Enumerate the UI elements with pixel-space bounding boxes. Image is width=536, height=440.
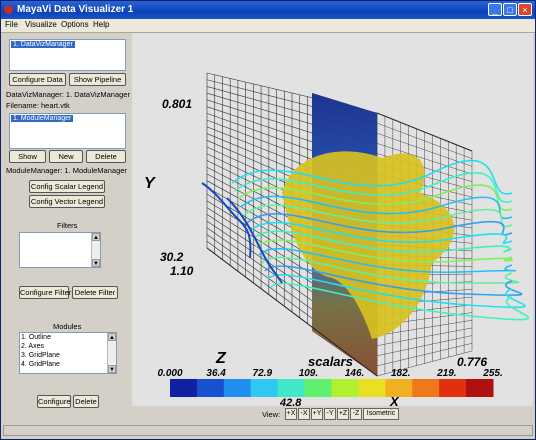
filters-heading: Filters [57,221,78,230]
scene-canvas: 0.801 Y 30.2 1.10 Z scalars 0.776 42.8 X… [144,72,530,406]
delete-module-button[interactable]: Delete [73,395,99,408]
legend-color-swatch [358,379,386,397]
configure-filter-button[interactable]: Configure Filter [19,286,71,299]
menu-options[interactable]: Options [61,20,89,29]
legend-tick-label: 72.9 [253,368,273,379]
y-axis-low-label: 1.10 [170,264,194,278]
view-label: View: [262,410,281,419]
z-axis-letter: Z [215,350,227,367]
data-manager-list-item[interactable]: 1. DataVizManager [11,41,75,49]
filters-list[interactable]: ▲ ▼ [19,232,101,268]
list-item[interactable]: 4. GridPlane [21,361,60,369]
legend-color-swatch [412,379,440,397]
legend-color-swatch [304,379,332,397]
view-toolbar: View: +X -X +Y -Y +Z -Z Isometric [132,407,533,421]
y-axis-letter: Y [144,175,156,192]
status-bar [3,425,533,436]
view-plus-y-button[interactable]: +Y [311,408,323,420]
modules-scrollbar[interactable]: ▲ ▼ [107,333,116,373]
scroll-up-icon[interactable]: ▲ [108,333,116,341]
render-viewport[interactable]: 0.801 Y 30.2 1.10 Z scalars 0.776 42.8 X… [132,33,533,406]
legend-tick-label: 36.4 [206,368,226,379]
minimize-button[interactable]: _ [488,3,502,16]
data-manager-list[interactable]: 1. DataVizManager [9,39,126,71]
streamline [201,182,252,259]
window-title: MayaVi Data Visualizer 1 [17,4,134,15]
legend-tick-label: 255. [482,368,502,379]
delete-module-manager-button[interactable]: Delete [86,150,126,163]
legend-tick-label: 146. [345,368,364,379]
list-item[interactable]: 2. Axes [21,343,44,351]
scroll-down-icon[interactable]: ▼ [108,365,116,373]
legend-tick-labels: 0.000 36.4 72.9 109. 146. 182. 219. 255. [157,368,502,379]
legend-color-swatch [277,379,306,397]
module-manager-label: ModuleManager: 1. ModuleManager [6,166,127,175]
show-pipeline-button[interactable]: Show Pipeline [69,73,126,86]
legend-color-swatch [385,379,413,397]
legend-tick-label: 219. [436,368,456,379]
menu-visualize[interactable]: Visualize [25,20,57,29]
menu-bar: File Visualize Options Help [1,19,535,33]
view-plus-x-button[interactable]: +X [285,408,297,420]
x-axis-max-label: 0.776 [457,355,487,369]
modules-list[interactable]: 1. Outline 2. Axes 3. GridPlane 4. GridP… [19,332,117,374]
scroll-down-icon[interactable]: ▼ [92,259,100,267]
y-axis-min-label: 30.2 [160,250,184,264]
legend-tick-label: 0.000 [157,368,182,379]
legend-color-swatch [170,379,198,397]
delete-filter-button[interactable]: Delete Filter [72,286,118,299]
legend-color-swatch [223,379,252,397]
config-vector-legend-button[interactable]: Config Vector Legend [29,195,105,208]
y-axis-max-label: 0.801 [162,97,192,111]
title-bar: MayaVi Data Visualizer 1 _ □ × [1,1,535,19]
legend-tick-label: 109. [299,368,318,379]
menu-file[interactable]: File [5,20,18,29]
configure-module-button[interactable]: Configure [37,395,71,408]
z-axis-min-label: 42.8 [279,397,302,406]
view-minus-z-button[interactable]: -Z [350,408,362,420]
app-window: MayaVi Data Visualizer 1 _ □ × File Visu… [0,0,536,440]
list-item[interactable]: 3. GridPlane [21,352,60,360]
menu-help[interactable]: Help [93,20,109,29]
config-scalar-legend-button[interactable]: Config Scalar Legend [29,180,105,193]
view-plus-z-button[interactable]: +Z [337,408,349,420]
new-button[interactable]: New [49,150,83,163]
list-item[interactable]: 1. Outline [21,334,51,342]
legend-color-swatch [466,379,494,397]
close-button[interactable]: × [518,3,532,16]
filename-label: Filename: heart.vtk [6,101,70,110]
modules-heading: Modules [53,322,82,331]
legend-tick-label: 182. [391,368,410,379]
scalar-legend-bar [170,379,494,397]
configure-data-button[interactable]: Configure Data [9,73,66,86]
legend-color-swatch [196,379,225,397]
app-icon [4,5,13,14]
view-isometric-button[interactable]: Isometric [363,408,399,420]
legend-color-swatch [250,379,279,397]
module-manager-list[interactable]: 1. ModuleManager [9,113,126,149]
maximize-button[interactable]: □ [503,3,517,16]
scroll-up-icon[interactable]: ▲ [92,233,100,241]
legend-color-swatch [331,379,359,397]
view-minus-y-button[interactable]: -Y [324,408,336,420]
module-manager-list-item[interactable]: 1. ModuleManager [11,115,74,123]
data-manager-label: DataVizManager: 1. DataVizManager [6,90,130,99]
show-button[interactable]: Show [9,150,46,163]
view-minus-x-button[interactable]: -X [298,408,310,420]
filters-scrollbar[interactable]: ▲ ▼ [91,233,100,267]
legend-color-swatch [439,379,467,397]
control-panel: 1. DataVizManager Configure Data Show Pi… [1,33,131,428]
legend-title: scalars [308,354,353,369]
